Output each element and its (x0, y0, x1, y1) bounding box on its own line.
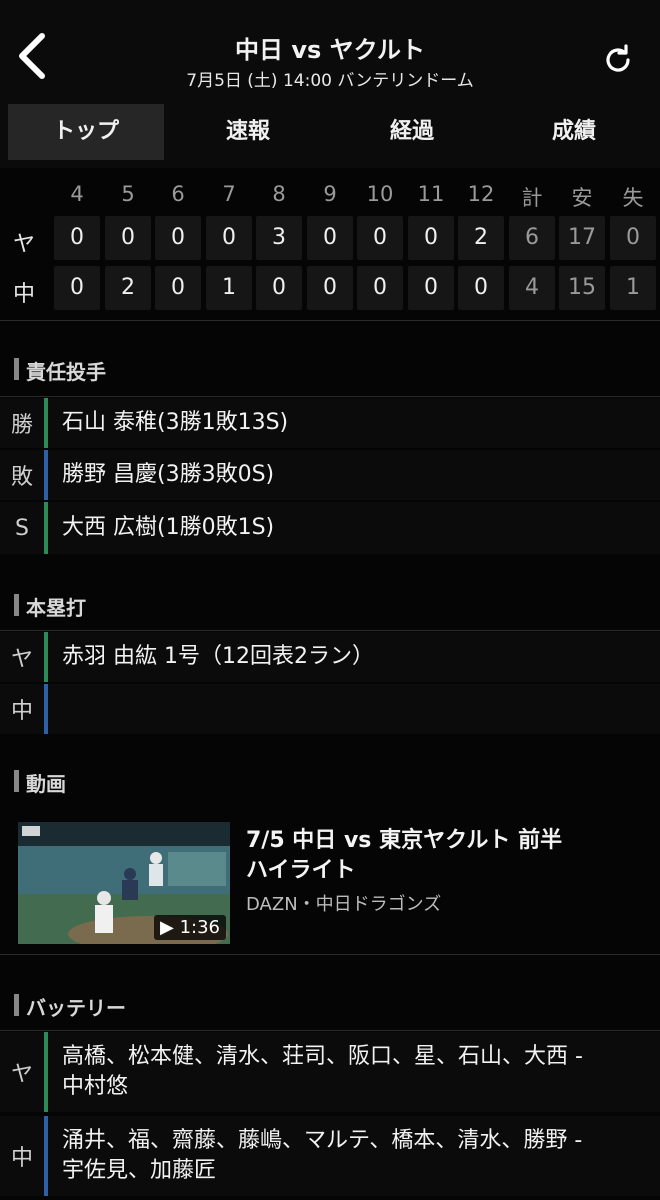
battery-row-swallows[interactable]: ヤ 高橋、松本健、清水、荘司、阪口、星、石山、大西 - 中村悠 (0, 1032, 660, 1112)
team-color-bar (44, 502, 48, 554)
divider (0, 954, 660, 955)
score-cell: 0 (54, 216, 100, 260)
homerun-row-dragons: 中 (0, 684, 660, 734)
score-cell: 0 (357, 266, 403, 310)
total-runs-cell: 4 (509, 266, 555, 310)
tab-top[interactable]: トップ (8, 104, 164, 160)
team-color-bar (44, 684, 48, 734)
page-title: 中日 vs ヤクルト (235, 36, 425, 64)
tab-progress[interactable]: 経過 (334, 104, 490, 160)
video-title-line: ハイライト (246, 858, 356, 883)
scoreboard: 4 5 6 7 8 9 10 11 12 計 安 失 ヤ 0 0 0 0 3 0… (0, 168, 660, 318)
section-title-homeruns: 本塁打 (14, 592, 86, 621)
divider (0, 320, 660, 321)
score-cell: 0 (206, 216, 252, 260)
score-cell: 2 (105, 266, 151, 310)
score-cell: 0 (307, 266, 353, 310)
pitcher-row-loss[interactable]: 敗 勝野 昌慶(3勝3敗0S) (0, 450, 660, 500)
divider (0, 630, 660, 631)
divider (0, 1030, 660, 1031)
homerun-row-swallows[interactable]: ヤ 赤羽 由紘 1号（12回表2ラン） (0, 632, 660, 682)
header: 中日 vs ヤクルト 7月5日 (土) 14:00 バンテリンドーム (0, 0, 660, 98)
inning-header: 4 (70, 182, 84, 206)
game-info: 7月5日 (土) 14:00 バンテリンドーム (186, 71, 474, 91)
score-cell: 0 (155, 216, 201, 260)
score-cell: 0 (307, 216, 353, 260)
pitcher-row-win[interactable]: 勝 石山 泰稚(3勝1敗13S) (0, 398, 660, 448)
score-cell: 0 (256, 266, 302, 310)
battery-row-dragons[interactable]: 中 涌井、福、齋藤、藤嶋、マルテ、橋本、清水、勝野 - 宇佐見、加藤匠 (0, 1116, 660, 1196)
score-cell: 0 (458, 266, 504, 310)
score-cell: 3 (256, 216, 302, 260)
score-cell: 1 (206, 266, 252, 310)
video-title-line: 7/5 中日 vs 東京ヤクルト 前半 (246, 828, 563, 853)
pitcher-name: 石山 泰稚(3勝1敗13S) (62, 410, 289, 435)
total-runs-header: 計 (521, 186, 543, 210)
homerun-text: 赤羽 由紘 1号（12回表2ラン） (62, 644, 374, 669)
score-cell: 0 (105, 216, 151, 260)
score-cell: 0 (357, 216, 403, 260)
team-label-dragons: 中 (12, 282, 35, 307)
inning-header: 10 (366, 182, 394, 206)
video-source: DAZN・中日ドラゴンズ (246, 894, 442, 915)
inning-header: 12 (467, 182, 495, 206)
row-label: 敗 (10, 465, 33, 490)
pitcher-name: 勝野 昌慶(3勝3敗0S) (62, 462, 275, 487)
homerun-text (62, 684, 650, 734)
tab-live[interactable]: 速報 (170, 104, 326, 160)
score-cell: 0 (408, 266, 454, 310)
refresh-button[interactable] (600, 42, 636, 78)
row-label: 中 (10, 1146, 33, 1171)
score-cell: 0 (408, 216, 454, 260)
video-duration: ▶ 1:36 (154, 915, 226, 940)
team-color-bar (44, 398, 48, 448)
inning-header: 8 (272, 182, 286, 206)
video-item[interactable]: ▶ 1:36 7/5 中日 vs 東京ヤクルト 前半 ハイライト DAZN・中日… (0, 806, 660, 952)
hits-cell: 17 (559, 216, 605, 260)
team-color-bar (44, 450, 48, 500)
pitcher-row-save[interactable]: S 大西 広樹(1勝0敗1S) (0, 502, 660, 554)
team-color-bar (44, 1032, 48, 1112)
inning-header: 7 (222, 182, 236, 206)
tab-stats[interactable]: 成績 (496, 104, 652, 160)
section-title-battery: バッテリー (14, 992, 126, 1021)
section-title-video: 動画 (14, 768, 66, 797)
row-label: 中 (10, 699, 33, 724)
row-label: 勝 (10, 413, 33, 438)
inning-header: 11 (417, 182, 445, 206)
battery-text: 高橋、松本健、清水、荘司、阪口、星、石山、大西 - 中村悠 (62, 1032, 650, 1112)
divider (0, 396, 660, 397)
hits-header: 安 (571, 186, 593, 210)
battery-text: 涌井、福、齋藤、藤嶋、マルテ、橋本、清水、勝野 - 宇佐見、加藤匠 (62, 1116, 650, 1196)
battery-line: 中村悠 (62, 1074, 129, 1099)
inning-header: 6 (171, 182, 185, 206)
errors-header: 失 (622, 186, 644, 210)
score-cell: 2 (458, 216, 504, 260)
tab-bar: トップ 速報 経過 成績 (0, 98, 660, 168)
section-title-pitchers: 責任投手 (14, 356, 106, 385)
score-cell: 0 (155, 266, 201, 310)
team-color-bar (44, 632, 48, 682)
pitcher-name: 大西 広樹(1勝0敗1S) (62, 515, 275, 540)
battery-line: 高橋、松本健、清水、荘司、阪口、星、石山、大西 - (62, 1044, 583, 1069)
score-cell: 0 (54, 266, 100, 310)
inning-header: 5 (121, 182, 135, 206)
errors-cell: 0 (610, 216, 656, 260)
hits-cell: 15 (559, 266, 605, 310)
team-label-swallows: ヤ (12, 232, 35, 257)
video-title: 7/5 中日 vs 東京ヤクルト 前半 ハイライト (246, 826, 646, 886)
inning-header: 9 (323, 182, 337, 206)
row-label: ヤ (10, 1062, 33, 1087)
team-color-bar (44, 1116, 48, 1196)
video-thumbnail[interactable]: ▶ 1:36 (18, 822, 230, 944)
total-runs-cell: 6 (509, 216, 555, 260)
errors-cell: 1 (610, 266, 656, 310)
battery-line: 涌井、福、齋藤、藤嶋、マルテ、橋本、清水、勝野 - (62, 1128, 583, 1153)
battery-line: 宇佐見、加藤匠 (62, 1158, 217, 1183)
refresh-icon (606, 44, 630, 72)
row-label: ヤ (10, 647, 33, 672)
row-label: S (15, 515, 29, 541)
